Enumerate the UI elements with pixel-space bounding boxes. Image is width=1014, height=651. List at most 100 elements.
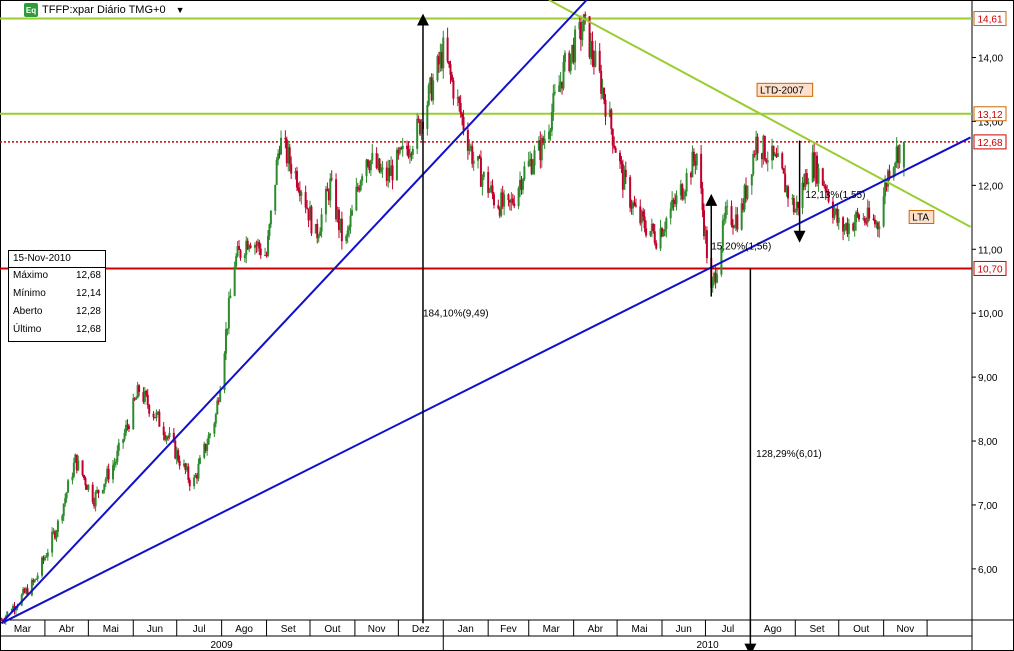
info-row-max: Máximo 12,68 [9,268,105,286]
candle-body [730,206,733,226]
candle-body [692,151,695,161]
candle-body [675,195,678,205]
candle-body [310,206,313,234]
candle-body [446,37,449,62]
candle-body [72,462,75,477]
candle-body [379,169,382,173]
candle-body [624,169,627,178]
candle-body [46,552,49,557]
candle-body [594,50,597,67]
candle-body [401,145,404,149]
candle-body [794,211,797,213]
candle-body [598,50,601,71]
candle-body [459,103,462,114]
candle-body [61,515,64,521]
info-label: Máximo [13,270,49,281]
candle-body [618,152,621,162]
candle-body [549,130,552,132]
info-value: 12,68 [75,324,101,335]
candle-body [655,243,658,249]
candle-body [787,186,790,199]
candle-body [569,54,572,71]
candle-body [123,432,126,440]
candle-body [750,174,753,186]
price-chart[interactable]: 6,007,008,009,0010,0011,0012,0013,0014,0… [0,0,1014,651]
candle-body [259,248,262,256]
candle-body [807,181,810,185]
candle-body [481,177,484,187]
candle-body [782,168,785,174]
candle-body [603,88,606,100]
candle-body [507,194,510,201]
measure-label: 15,20%(1,56) [711,241,771,252]
chevron-down-icon[interactable]: ▼ [176,5,185,15]
candle-body [878,226,881,230]
y-tick-label: 11,00 [978,245,1003,256]
candle-body [320,214,323,232]
candle-body [295,170,298,188]
info-label: Aberto [13,306,43,317]
candle-body [30,580,33,596]
candle-body [209,433,212,436]
chart-header[interactable]: Eq TFFP:xpar Diário TMG+0 ▼ [24,2,185,18]
candle-body [672,199,675,202]
candle-body [62,503,65,516]
chart-title: TFFP:xpar Diário TMG+0 [42,4,166,16]
candle-body [550,111,553,131]
candle-body [132,398,135,429]
candle-body [731,225,734,228]
candle-body [736,214,739,230]
candle-body [81,460,84,476]
candle-body [284,137,287,140]
candle-body [458,97,461,104]
candle-body [833,212,836,218]
candle-body [207,435,210,445]
candle-body [288,147,291,164]
candle-body [155,412,158,418]
candle-body [620,161,623,165]
y-tick-label: 9,00 [978,373,998,384]
candle-body [329,178,332,201]
candle-body [138,385,141,393]
candle-body [716,274,719,283]
candle-body [746,185,749,199]
y-tick-label: 14,00 [978,54,1003,65]
y-tick-label: 12,00 [978,181,1003,192]
month-label: Mai [631,624,647,635]
candle-body [326,188,329,192]
candle-body [275,159,278,185]
level-label: 13,12 [977,110,1002,121]
candle-body [610,109,613,129]
month-label: Out [853,624,869,635]
candle-body [345,235,348,242]
y-tick-label: 10,00 [978,309,1003,320]
candle-body [705,230,708,259]
candle-body [611,128,614,146]
candle-body [146,394,149,406]
eq-logo: Eq [24,3,38,17]
candle-body [462,116,465,131]
candle-body [126,424,129,427]
candle-body [553,91,556,94]
candle-body [216,400,219,415]
candle-body [226,328,229,330]
candle-body [84,478,87,486]
candle-body [488,190,491,193]
candle-body [847,223,850,235]
month-label: Jul [193,624,206,635]
candle-body [492,194,495,206]
candle-body [198,457,201,464]
info-value: 12,14 [75,288,101,299]
candle-body [406,145,409,150]
info-value: 12,68 [75,270,101,281]
candle-body [468,147,471,151]
candle-body [837,217,840,223]
candle-body [369,160,372,171]
candle-body [324,188,327,215]
candle-body [548,131,551,139]
candle-body [733,227,736,229]
candle-body [663,229,666,232]
candle-body [497,205,500,209]
candle-body [83,475,86,479]
info-row-min: Mínimo 12,14 [9,286,105,304]
